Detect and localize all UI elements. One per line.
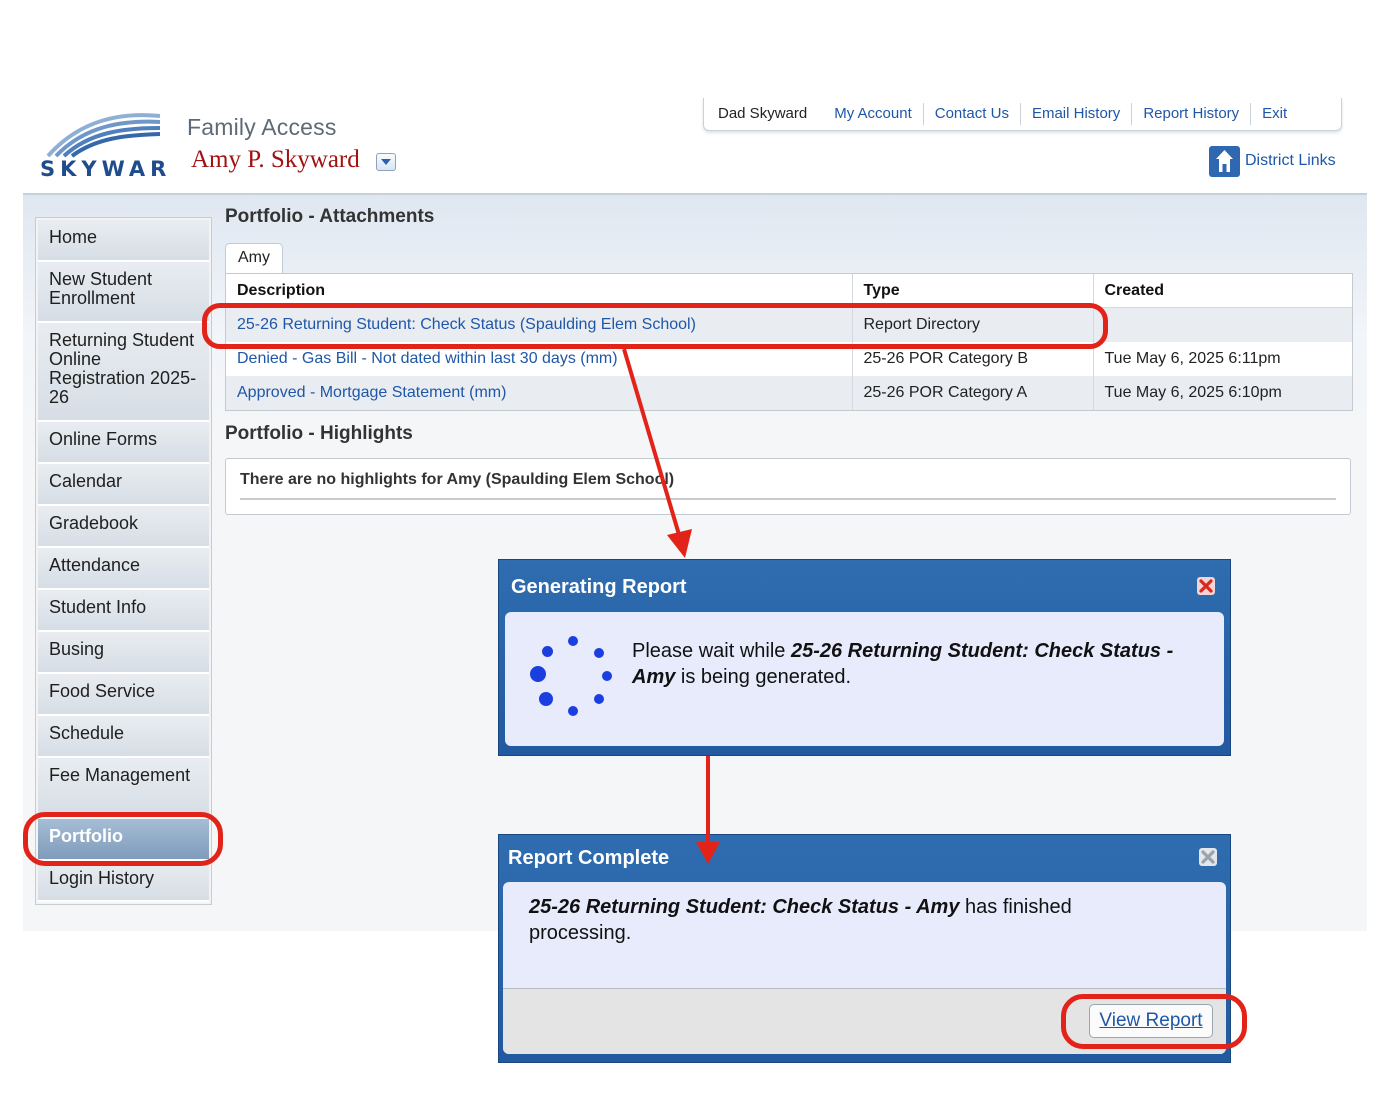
arrow-line <box>622 348 682 539</box>
annotation-arrows <box>622 348 720 864</box>
arrow-head-icon <box>667 529 692 558</box>
arrow-head-icon <box>696 842 720 864</box>
